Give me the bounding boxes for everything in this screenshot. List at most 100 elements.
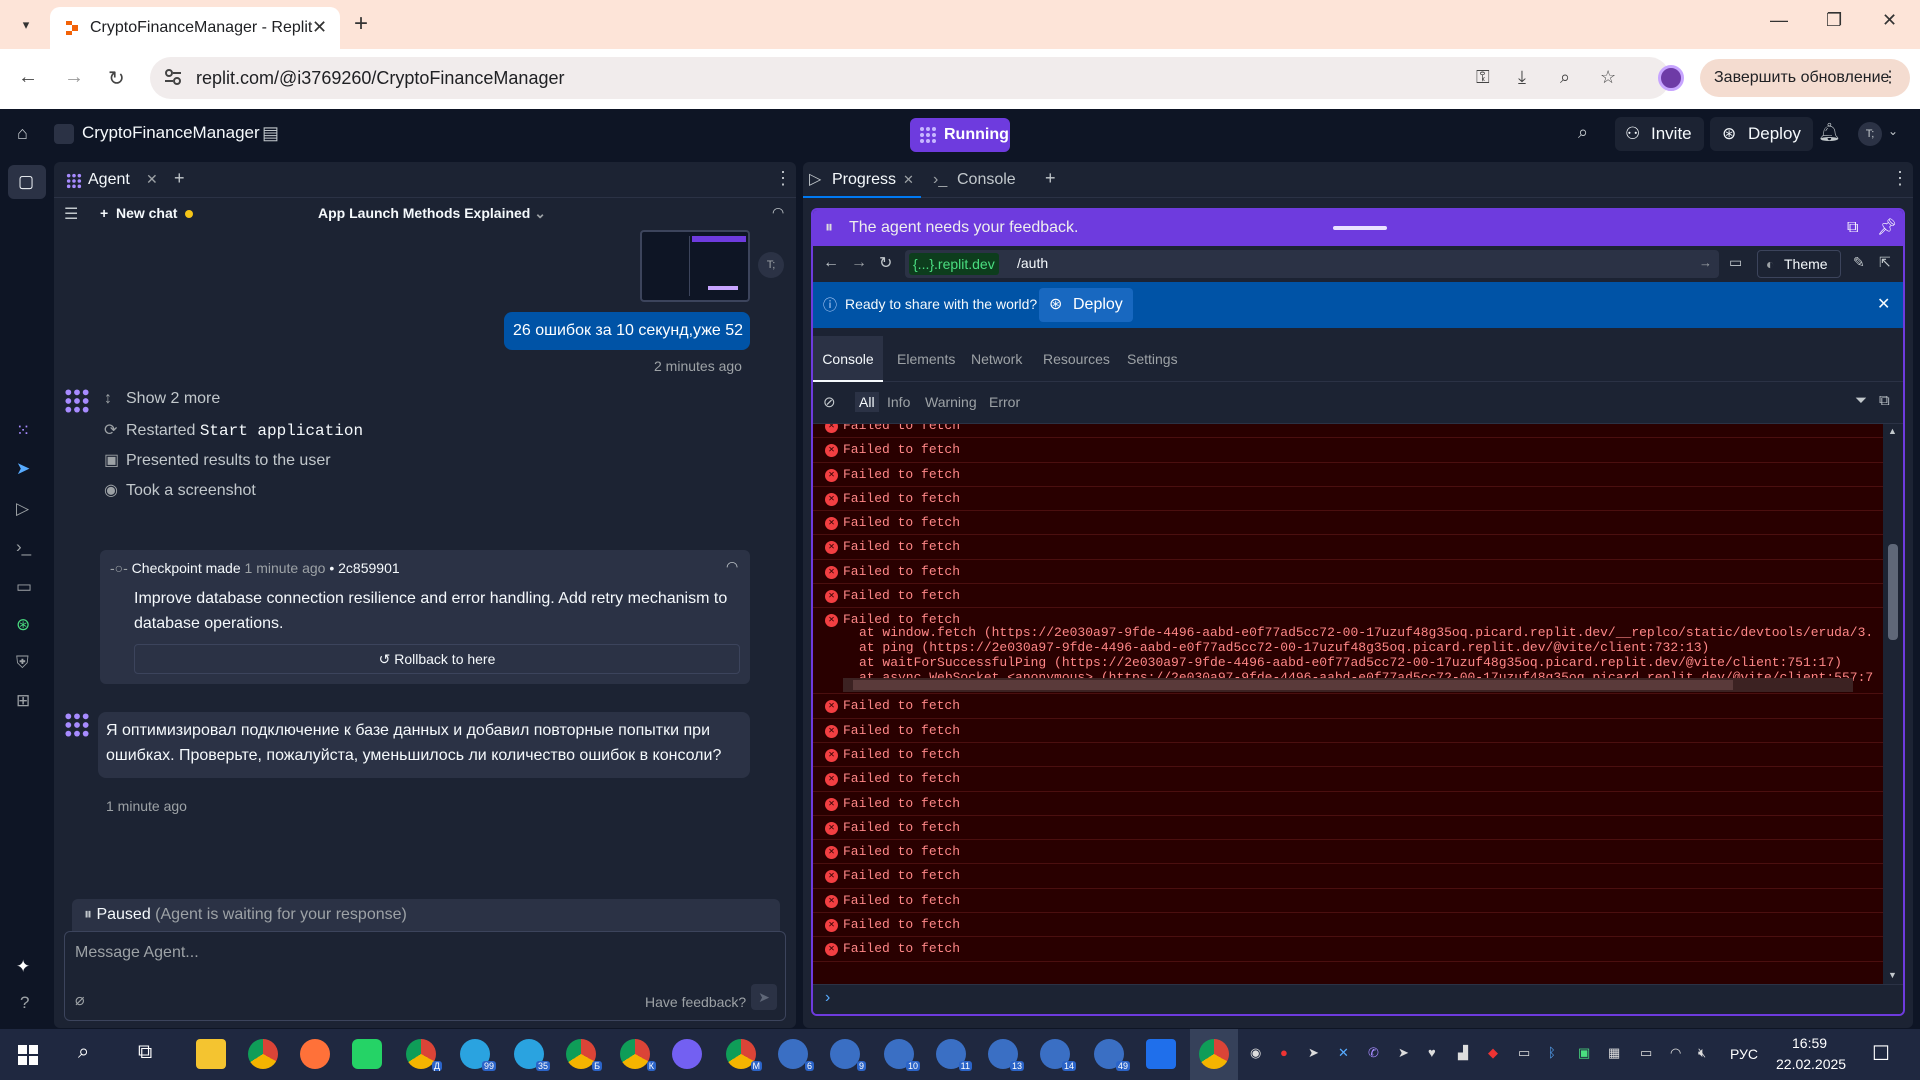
chrome-profile-icon[interactable]: Б xyxy=(566,1039,602,1071)
log-entry-expanded[interactable]: ✕ Failed to fetch at window.fetch (https:… xyxy=(813,608,1883,695)
task-view-icon[interactable]: ⧉ xyxy=(138,1041,152,1064)
device-icon[interactable]: ▭ xyxy=(1729,254,1742,271)
tab-console[interactable]: ›_ Console xyxy=(927,162,1016,198)
app-instance-icon[interactable]: 49 xyxy=(1094,1039,1130,1071)
clock-time[interactable]: 16:59 xyxy=(1792,1035,1827,1051)
devtools-tab-elements[interactable]: Elements xyxy=(897,336,955,382)
webview-url-field[interactable]: {...}.replit.dev /auth → xyxy=(905,250,1719,278)
firefox-icon[interactable] xyxy=(300,1039,330,1069)
telegram-tray-icon[interactable]: ➤ xyxy=(1398,1045,1414,1061)
close-progress-tab-icon[interactable]: ✕ xyxy=(903,162,914,198)
close-agent-tab-icon[interactable]: ✕ xyxy=(146,171,158,188)
key-icon[interactable]: ⚿ xyxy=(1476,67,1490,88)
progress-tool-icon[interactable]: ▷ xyxy=(16,499,29,519)
add-tab-icon[interactable]: + xyxy=(174,168,185,189)
tray-icon[interactable]: ◉ xyxy=(1250,1045,1266,1061)
forward-icon[interactable]: → xyxy=(64,66,84,89)
close-window-icon[interactable]: ✕ xyxy=(1882,10,1897,31)
scroll-thumb[interactable] xyxy=(1888,544,1898,640)
volume-muted-icon[interactable]: 🔇︎ xyxy=(1698,1045,1714,1061)
tray-icon[interactable]: ▭ xyxy=(1518,1045,1534,1061)
file-explorer-icon[interactable] xyxy=(196,1039,226,1069)
search-icon[interactable]: ⌕ xyxy=(78,1041,89,1064)
scroll-down-icon[interactable]: ▼ xyxy=(1888,970,1897,980)
app-instance-icon[interactable]: 11 xyxy=(936,1039,972,1071)
tab-close-icon[interactable]: ✕ xyxy=(312,17,327,38)
reload-icon[interactable]: ↻ xyxy=(108,66,125,91)
tab-progress[interactable]: ▷ Progress ✕ xyxy=(803,162,921,198)
message-input[interactable]: Message Agent... ⌀ Have feedback? ➤ xyxy=(64,931,786,1021)
app-instance-icon[interactable]: 14 xyxy=(1040,1039,1076,1071)
chrome-icon[interactable] xyxy=(248,1039,278,1069)
layout-icon[interactable]: ▤ xyxy=(262,123,279,144)
notification-center-icon[interactable]: ☐ xyxy=(1872,1041,1890,1066)
all-tools-icon[interactable]: ⊞ xyxy=(16,691,30,711)
devtools-tab-network[interactable]: Network xyxy=(971,336,1022,382)
deploy-button[interactable]: ⊛ Deploy xyxy=(1710,117,1813,151)
tray-icon[interactable]: ▦ xyxy=(1608,1045,1624,1061)
send-button[interactable]: ➤ xyxy=(751,984,777,1010)
secrets-tool-icon[interactable]: ⛨ xyxy=(16,653,29,673)
filter-warning[interactable]: Warning xyxy=(925,394,977,410)
app-instance-icon[interactable]: 10 xyxy=(884,1039,920,1071)
vscode-icon[interactable] xyxy=(1146,1039,1176,1069)
address-bar[interactable]: replit.com/@i3769260/CryptoFinanceManage… xyxy=(150,57,1670,99)
speedometer-icon[interactable]: ◠ xyxy=(772,204,784,221)
invite-button[interactable]: ⚇ Invite xyxy=(1615,117,1704,151)
back-icon[interactable]: ← xyxy=(18,66,38,89)
action-item[interactable]: ◉ Took a screenshot xyxy=(104,480,256,500)
files-tool[interactable]: ▢ xyxy=(8,165,46,199)
zoom-icon[interactable]: ⌕ xyxy=(1560,67,1570,88)
attach-icon[interactable]: ⌀ xyxy=(75,990,85,1010)
home-icon[interactable]: ⌂ xyxy=(17,123,28,144)
telegram-tray-icon[interactable]: ➤ xyxy=(1308,1045,1324,1061)
chrome-profile-icon[interactable]: К xyxy=(620,1039,656,1071)
feedback-link[interactable]: Have feedback? xyxy=(645,994,746,1010)
filter-icon[interactable]: ⏷ xyxy=(1855,392,1867,409)
tray-icon[interactable]: ♥ xyxy=(1428,1045,1444,1061)
close-banner-icon[interactable]: ✕ xyxy=(1877,294,1890,314)
tray-icon[interactable]: ✕ xyxy=(1338,1045,1354,1061)
telegram-icon[interactable]: 35 xyxy=(514,1039,550,1071)
help-icon[interactable]: ? xyxy=(20,993,29,1013)
site-settings-icon[interactable] xyxy=(164,68,182,86)
filter-info[interactable]: Info xyxy=(887,394,910,410)
windows-start-icon[interactable] xyxy=(18,1045,38,1065)
devtools-tab-settings[interactable]: Settings xyxy=(1127,336,1178,382)
new-tab-icon[interactable]: + xyxy=(354,10,368,38)
vertical-scrollbar[interactable]: ▲ ▼ xyxy=(1883,424,1903,984)
tray-icon[interactable]: ● xyxy=(1280,1045,1296,1061)
webview-reload-icon[interactable]: ↻ xyxy=(879,253,892,273)
project-name[interactable]: CryptoFinanceManager xyxy=(82,123,260,143)
pin-icon[interactable]: 📌︎ xyxy=(1877,210,1897,246)
assistant-tool-icon[interactable]: ➤ xyxy=(16,459,30,479)
copy-icon[interactable]: ⧉ xyxy=(1879,392,1890,409)
filter-error[interactable]: Error xyxy=(989,394,1020,410)
horizontal-scrollbar[interactable] xyxy=(843,678,1853,693)
chrome-profile-icon[interactable]: Д xyxy=(406,1039,442,1071)
tab-search-dropdown-icon[interactable]: ▾ xyxy=(14,13,38,37)
theme-button[interactable]: ◐ Theme xyxy=(1757,250,1841,278)
clear-console-icon[interactable]: ⊘ xyxy=(823,393,836,411)
viber-icon[interactable] xyxy=(672,1039,702,1069)
chrome-active-icon[interactable] xyxy=(1199,1039,1229,1069)
chat-title-dropdown[interactable]: App Launch Methods Explained ⌄ xyxy=(318,205,546,222)
panel-menu-icon[interactable]: ⋮ xyxy=(1891,168,1909,189)
app-icon[interactable] xyxy=(352,1039,382,1069)
checkpoint-gauge-icon[interactable]: ◠ xyxy=(726,558,738,575)
bluetooth-icon[interactable]: ᛒ xyxy=(1548,1045,1564,1061)
add-tab-icon[interactable]: + xyxy=(1045,168,1056,189)
popout-icon[interactable]: ⧉ xyxy=(1847,210,1858,246)
menu-kebab-icon[interactable]: ⋮ xyxy=(1882,59,1898,97)
app-instance-icon[interactable]: 13 xyxy=(988,1039,1024,1071)
console-prompt[interactable]: › xyxy=(813,984,1903,1014)
show-more-button[interactable]: ↕ Show 2 more xyxy=(104,390,220,408)
panel-menu-icon[interactable]: ⋮ xyxy=(774,168,792,189)
install-app-icon[interactable]: ⤓ xyxy=(1518,67,1526,88)
filter-all[interactable]: All xyxy=(855,392,879,412)
devtools-tab-console[interactable]: Console xyxy=(813,336,883,382)
chat-history-icon[interactable]: ☰ xyxy=(64,204,78,224)
open-new-tab-icon[interactable]: ⇱ xyxy=(1879,254,1891,271)
checkpoint-hash[interactable]: • 2c859901 xyxy=(329,560,399,576)
agent-tool-icon[interactable]: ⁙ xyxy=(16,421,30,441)
